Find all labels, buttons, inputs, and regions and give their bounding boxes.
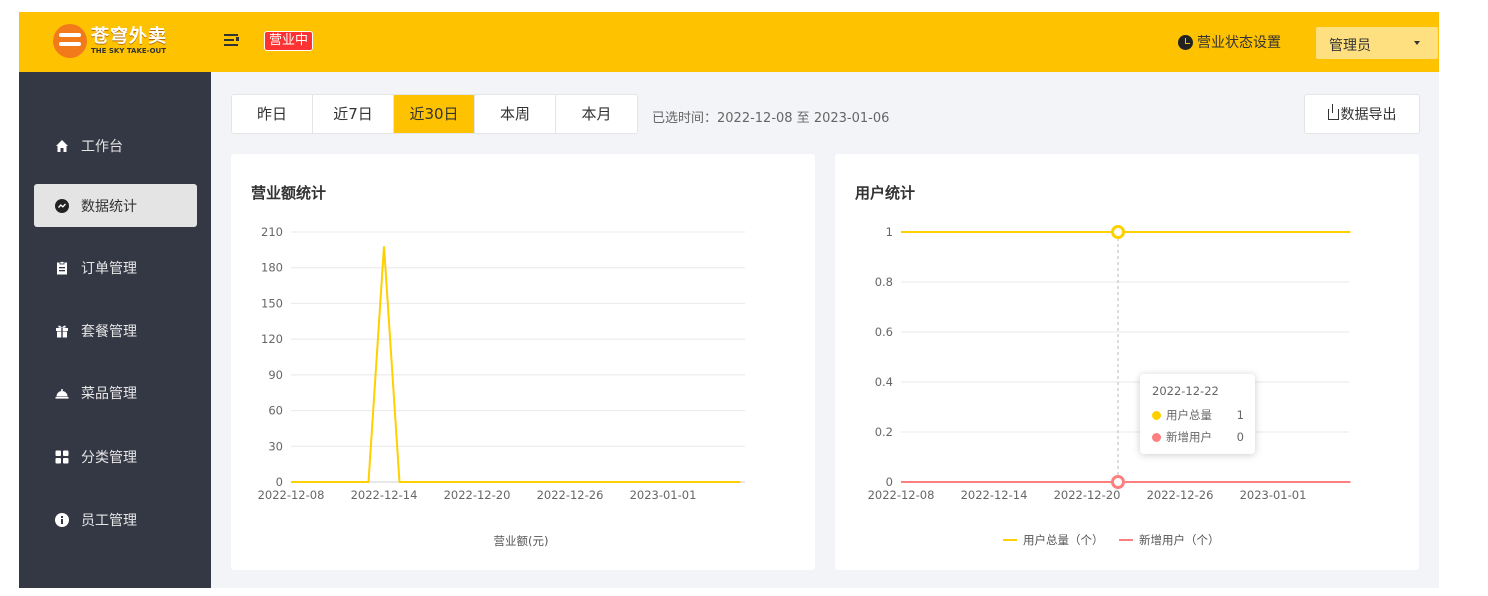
sidebar-item-orders[interactable]: 订单管理 bbox=[34, 246, 197, 289]
sidebar-item-dishes[interactable]: 菜品管理 bbox=[34, 371, 197, 414]
clipboard-icon bbox=[55, 260, 69, 275]
user-chart: 0 0.2 0.4 0.6 0.8 1 2022-12-08 2022-12-14 2022-1… bbox=[868, 225, 1351, 547]
sidebar-item-label: 工作台 bbox=[81, 138, 123, 155]
export-data-button[interactable]: 数据导出 bbox=[1304, 94, 1420, 134]
y-tick-label: 210 bbox=[261, 225, 283, 239]
brand-name: 苍穹外卖 bbox=[91, 25, 167, 47]
logo-icon bbox=[53, 24, 87, 58]
chart-icon bbox=[55, 198, 69, 213]
sidebar-item-workbench[interactable]: 工作台 bbox=[34, 124, 197, 167]
sidebar-item-combos[interactable]: 套餐管理 bbox=[34, 309, 197, 352]
category-icon bbox=[55, 450, 69, 464]
tab-yesterday[interactable]: 昨日 bbox=[232, 95, 313, 133]
tooltip-value: 1 bbox=[1236, 408, 1244, 422]
x-tick-label: 2022-12-14 bbox=[961, 488, 1028, 502]
sidebar-item-employees[interactable]: 员工管理 bbox=[34, 498, 197, 541]
brand-logo[interactable]: 苍穹外卖 THE SKY TAKE-OUT bbox=[53, 24, 167, 58]
sidebar: 工作台 数据统计 订单管理 套餐管理 菜品管理 分类管理 员工管理 bbox=[19, 72, 211, 588]
y-tick-label: 1 bbox=[886, 225, 893, 239]
y-tick-label: 60 bbox=[268, 404, 283, 418]
caret-down-icon bbox=[1414, 41, 1420, 45]
tooltip-date: 2022-12-22 bbox=[1152, 384, 1219, 398]
y-tick-label: 180 bbox=[261, 261, 283, 275]
admin-dropdown[interactable]: 管理员 bbox=[1316, 27, 1438, 59]
sidebar-item-categories[interactable]: 分类管理 bbox=[34, 435, 197, 478]
new-users-point bbox=[1111, 475, 1125, 489]
sidebar-item-label: 套餐管理 bbox=[81, 323, 137, 340]
x-tick-label: 2022-12-08 bbox=[258, 488, 325, 502]
tooltip-label: 用户总量 bbox=[1166, 408, 1212, 422]
y-tick-label: 0.4 bbox=[875, 375, 893, 389]
tooltip-label: 新增用户 bbox=[1166, 430, 1212, 444]
tab-this-week[interactable]: 本周 bbox=[475, 95, 556, 133]
chart-tooltip: 2022-12-22 用户总量 1 新增用户 0 bbox=[1140, 374, 1255, 454]
y-tick-label: 150 bbox=[261, 296, 283, 310]
y-tick-label: 0 bbox=[276, 475, 283, 489]
sidebar-item-statistics[interactable]: 数据统计 bbox=[34, 184, 197, 227]
x-axis-label: 营业额(元) bbox=[494, 534, 549, 548]
total-users-point bbox=[1111, 225, 1125, 239]
x-tick-label: 2023-01-01 bbox=[1240, 488, 1307, 502]
legend-dot bbox=[1152, 410, 1161, 420]
sidebar-item-label: 菜品管理 bbox=[81, 385, 137, 402]
tooltip-row: 用户总量 1 bbox=[1152, 407, 1244, 423]
sidebar-item-label: 数据统计 bbox=[81, 198, 137, 215]
legend-label: 新增用户（个） bbox=[1139, 533, 1220, 547]
legend-label: 用户总量（个） bbox=[1023, 533, 1104, 547]
business-status-settings[interactable]: 营业状态设置 bbox=[1178, 32, 1281, 52]
user-chart-card: 用户统计 0 0.2 0.4 0.6 0.8 1 2022-12-08 2022-12-14 2… bbox=[835, 154, 1419, 570]
selected-date-range: 已选时间：2022-12-08 至 2023-01-06 bbox=[652, 111, 890, 126]
tooltip-value: 0 bbox=[1236, 430, 1244, 444]
admin-label: 管理员 bbox=[1329, 38, 1371, 54]
x-tick-label: 2022-12-26 bbox=[1147, 488, 1214, 502]
export-icon bbox=[1327, 103, 1339, 120]
tab-last-7-days[interactable]: 近7日 bbox=[313, 95, 394, 133]
gift-icon bbox=[55, 324, 69, 338]
y-tick-label: 90 bbox=[268, 368, 283, 382]
x-tick-label: 2022-12-14 bbox=[351, 488, 418, 502]
y-tick-label: 0.6 bbox=[875, 325, 893, 339]
legend-dot bbox=[1152, 432, 1161, 442]
y-tick-label: 30 bbox=[268, 439, 283, 453]
revenue-chart-card: 营业额统计 0 30 60 90 120 150 180 210 2022-12-08 2022-… bbox=[231, 154, 815, 570]
x-tick-label: 2023-01-01 bbox=[630, 488, 697, 502]
sidebar-item-label: 分类管理 bbox=[81, 449, 137, 466]
x-tick-label: 2022-12-20 bbox=[1054, 488, 1121, 502]
y-tick-label: 0.2 bbox=[875, 425, 893, 439]
business-status-badge: 营业中 bbox=[264, 31, 314, 51]
y-tick-label: 0 bbox=[886, 475, 893, 489]
employee-icon bbox=[55, 512, 69, 527]
x-tick-label: 2022-12-20 bbox=[444, 488, 511, 502]
y-tick-label: 0.8 bbox=[875, 275, 893, 289]
clock-icon bbox=[1178, 34, 1193, 50]
menu-collapse-icon[interactable] bbox=[224, 32, 240, 48]
top-header: 苍穹外卖 THE SKY TAKE-OUT 营业中 营业状态设置 管理员 bbox=[19, 12, 1439, 72]
y-tick-label: 120 bbox=[261, 332, 283, 346]
business-status-label: 营业状态设置 bbox=[1197, 35, 1281, 51]
tooltip-row: 新增用户 0 bbox=[1152, 429, 1244, 445]
sidebar-item-label: 订单管理 bbox=[81, 260, 137, 277]
brand-name-en: THE SKY TAKE-OUT bbox=[91, 46, 166, 55]
home-icon bbox=[55, 139, 69, 153]
tab-this-month[interactable]: 本月 bbox=[556, 95, 637, 133]
dish-icon bbox=[55, 386, 69, 400]
revenue-chart: 0 30 60 90 120 150 180 210 2022-12-08 2022-12-14 2… bbox=[258, 225, 745, 548]
export-label: 数据导出 bbox=[1340, 107, 1397, 123]
sidebar-item-label: 员工管理 bbox=[81, 512, 137, 529]
x-tick-label: 2022-12-26 bbox=[537, 488, 604, 502]
date-range-tabs: 昨日 近7日 近30日 本周 本月 bbox=[231, 94, 638, 134]
x-tick-label: 2022-12-08 bbox=[868, 488, 935, 502]
tab-last-30-days[interactable]: 近30日 bbox=[394, 95, 475, 133]
app-window: 苍穹外卖 THE SKY TAKE-OUT 营业中 营业状态设置 管理员 工作台 bbox=[19, 12, 1439, 588]
